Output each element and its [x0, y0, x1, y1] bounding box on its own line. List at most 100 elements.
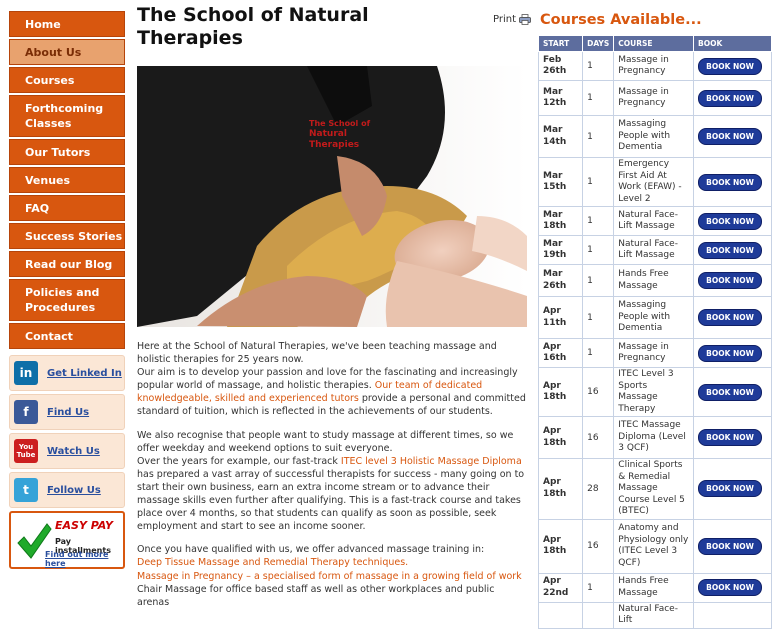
course-name[interactable]: Massage in Pregnancy [613, 338, 695, 368]
print-link[interactable]: Print [493, 14, 531, 25]
course-name[interactable]: Clinical Sports & Remedial Massage Cours… [613, 458, 695, 520]
social-label[interactable]: Find Us [47, 407, 89, 418]
social-link-facebook[interactable]: f Find Us [9, 394, 125, 430]
course-start: Apr 18th [537, 367, 584, 417]
print-label: Print [493, 14, 517, 25]
course-row: Mar 15th 1 Emergency First Aid At Work (EF… [537, 157, 772, 207]
paragraph-text: Over the years for example, our fast-tra… [137, 455, 341, 467]
course-name[interactable]: Hands Free Massage [613, 572, 695, 603]
book-now-button[interactable]: BOOK NOW [698, 537, 763, 555]
course-name[interactable]: Emergency First Aid At Work (EFAW) - Lev… [613, 157, 695, 207]
book-now-button[interactable]: BOOK NOW [698, 383, 763, 401]
course-start: Mar 14th [537, 115, 584, 158]
book-now-button[interactable]: BOOK NOW [698, 173, 763, 191]
course-days: 1 [582, 572, 615, 603]
course-name[interactable]: Natural Face-Lift [613, 601, 695, 629]
twitter-icon: t [14, 478, 38, 502]
nav-item-our-tutors[interactable]: Our Tutors [9, 139, 125, 165]
course-name[interactable]: Massaging People with Dementia [613, 115, 695, 158]
course-row: Natural Face-Lift [537, 601, 772, 629]
course-book-cell: BOOK NOW [693, 296, 772, 339]
course-name[interactable]: Hands Free Massage [613, 264, 695, 297]
hero-photo: The School of Natural Therapies [137, 66, 527, 327]
book-now-button[interactable]: BOOK NOW [698, 579, 763, 596]
book-now-button[interactable]: BOOK NOW [698, 309, 763, 326]
paragraph-text: Chair Massage for office based staff as … [137, 583, 495, 608]
course-name[interactable]: Massaging People with Dementia [613, 296, 695, 339]
social-label[interactable]: Watch Us [47, 446, 100, 457]
course-days: 1 [582, 115, 615, 158]
book-now-button[interactable]: BOOK NOW [698, 344, 763, 362]
book-now-button[interactable]: BOOK NOW [698, 272, 763, 289]
book-now-button[interactable]: BOOK NOW [698, 480, 763, 498]
course-book-cell [693, 601, 772, 629]
course-book-cell: BOOK NOW [693, 458, 772, 520]
paragraph: Once you have qualified with us, we offe… [137, 543, 527, 556]
easy-pay-banner[interactable]: EASY PAY Pay installments Find out more … [9, 511, 125, 569]
nav-item-read-our-blog[interactable]: Read our Blog [9, 251, 125, 277]
social-label[interactable]: Follow Us [47, 485, 101, 496]
header-days: DAYS [582, 35, 615, 52]
social-link-twitter[interactable]: t Follow Us [9, 472, 125, 508]
social-label[interactable]: Get Linked In [47, 368, 122, 379]
paragraph-text: We also recognise that people want to st… [137, 429, 514, 454]
course-row: Feb 26th 1 Massage in Pregnancy BOOK NOW [537, 51, 772, 81]
book-now-button[interactable]: BOOK NOW [698, 89, 763, 107]
inline-link[interactable]: Deep Tissue Massage and Remedial Therapy… [137, 557, 408, 568]
nav-item-forthcoming-classes[interactable]: Forthcoming Classes [9, 95, 125, 137]
course-name[interactable]: Natural Face-Lift Massage [613, 235, 695, 265]
course-row: Apr 11th 1 Massaging People with Dementia B… [537, 296, 772, 339]
course-start [537, 601, 584, 629]
paragraph-text: has prepared a vast array of successful … [137, 468, 525, 533]
course-name[interactable]: Massage in Pregnancy [613, 80, 695, 116]
course-days: 1 [582, 80, 615, 116]
courses-header-row: START DAYS COURSE BOOK [537, 35, 772, 52]
intro-text: Here at the School of Natural Therapies,… [137, 340, 527, 609]
book-now-button[interactable]: BOOK NOW [698, 241, 763, 259]
course-row: Apr 22nd 1 Hands Free Massage BOOK NOW [537, 572, 772, 603]
nav-item-contact[interactable]: Contact [9, 323, 125, 349]
book-now-button[interactable]: BOOK NOW [698, 212, 763, 230]
nav-item-courses[interactable]: Courses [9, 67, 125, 93]
inline-link[interactable]: Massage in Pregnancy – a specialised for… [137, 571, 522, 582]
courses-heading: Courses Available... [540, 12, 702, 28]
course-name[interactable]: Massage in Pregnancy [613, 51, 695, 81]
header-book: BOOK [693, 35, 772, 52]
course-book-cell: BOOK NOW [693, 51, 772, 81]
course-book-cell: BOOK NOW [693, 157, 772, 207]
book-now-button[interactable]: BOOK NOW [698, 128, 763, 145]
course-name[interactable]: Natural Face-Lift Massage [613, 206, 695, 236]
nav-item-venues[interactable]: Venues [9, 167, 125, 193]
paragraph: Massage in Pregnancy – a specialised for… [137, 570, 527, 583]
nav-item-faq[interactable]: FAQ [9, 195, 125, 221]
page-title: The School of Natural Therapies [137, 4, 369, 49]
course-book-cell: BOOK NOW [693, 235, 772, 265]
page: Home About Us Courses Forthcoming Classes Ou… [0, 0, 780, 629]
course-book-cell: BOOK NOW [693, 115, 772, 158]
course-days: 1 [582, 235, 615, 265]
paragraph: Our aim is to develop your passion and l… [137, 366, 527, 418]
youtube-icon: You Tube [14, 439, 38, 463]
paragraph: Chair Massage for office based staff as … [137, 583, 527, 609]
course-start: Mar 12th [537, 80, 584, 116]
course-name[interactable]: ITEC Level 3 Sports Massage Therapy [613, 367, 695, 417]
social-link-linkedin[interactable]: in Get Linked In [9, 355, 125, 391]
social-link-youtube[interactable]: You Tube Watch Us [9, 433, 125, 469]
course-name[interactable]: Anatomy and Physiology only (ITEC Level … [613, 518, 695, 574]
course-start: Mar 19th [537, 235, 584, 265]
course-name[interactable]: ITEC Massage Diploma (Level 3 QCF) [613, 416, 695, 459]
nav-item-policies-and-procedures[interactable]: Policies and Procedures [9, 279, 125, 321]
course-book-cell: BOOK NOW [693, 416, 772, 459]
course-row: Apr 18th 16 ITEC Massage Diploma (Level 3 … [537, 416, 772, 459]
course-start: Apr 11th [537, 296, 584, 339]
easy-pay-link[interactable]: Find out more here [45, 550, 123, 568]
nav-item-about-us[interactable]: About Us [9, 39, 125, 65]
book-now-button[interactable]: BOOK NOW [698, 57, 763, 75]
nav-item-home[interactable]: Home [9, 11, 125, 37]
course-book-cell: BOOK NOW [693, 367, 772, 417]
nav-item-success-stories[interactable]: Success Stories [9, 223, 125, 249]
inline-link[interactable]: ITEC level 3 Holistic Massage Diploma [341, 456, 522, 467]
course-row: Mar 18th 1 Natural Face-Lift Massage BOOK N… [537, 206, 772, 236]
svg-text:The School of: The School of [309, 119, 371, 128]
book-now-button[interactable]: BOOK NOW [698, 429, 763, 446]
